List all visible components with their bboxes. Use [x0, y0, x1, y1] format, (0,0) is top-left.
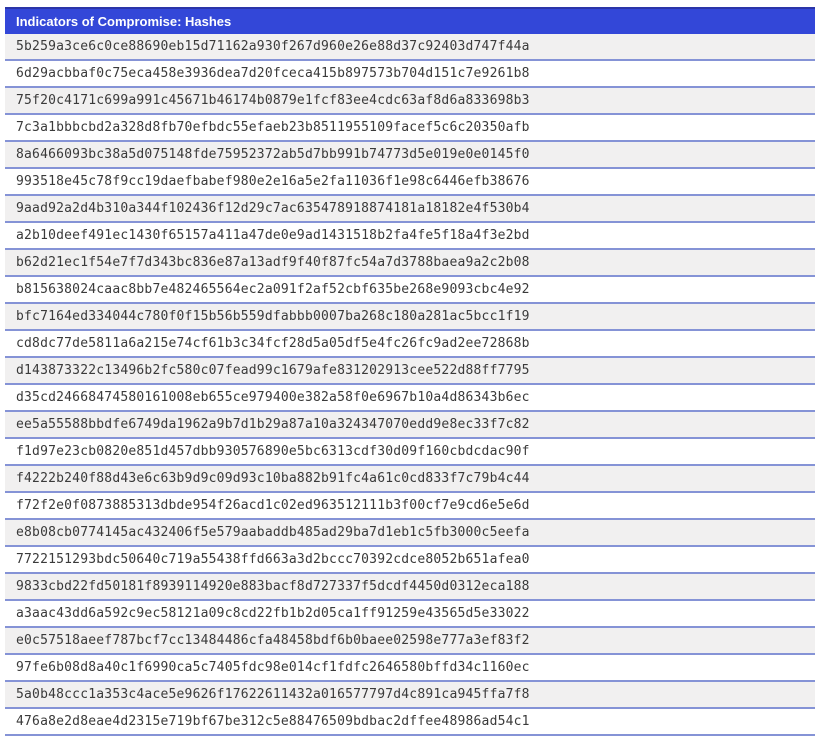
- table-row: 75f20c4171c699a991c45671b46174b0879e1fcf…: [5, 88, 815, 115]
- table-row: ee5a55588bbdfe6749da1962a9b7d1b29a87a10a…: [5, 412, 815, 439]
- table-row: 7722151293bdc50640c719a55438ffd663a3d2bc…: [5, 547, 815, 574]
- hash-value: e0c57518aeef787bcf7cc13484486cfa48458bdf…: [16, 633, 530, 648]
- table-row: cd8dc77de5811a6a215e74cf61b3c34fcf28d5a0…: [5, 331, 815, 358]
- table-row: 97fe6b08d8a40c1f6990ca5c7405fdc98e014cf1…: [5, 655, 815, 682]
- hash-value: 5a0b48ccc1a353c4ace5e9626f17622611432a01…: [16, 687, 530, 702]
- table-title: Indicators of Compromise: Hashes: [16, 14, 232, 29]
- hash-value: b815638024caac8bb7e482465564ec2a091f2af5…: [16, 282, 530, 297]
- table-row: f72f2e0f0873885313dbde954f26acd1c02ed963…: [5, 493, 815, 520]
- table-row: e0c57518aeef787bcf7cc13484486cfa48458bdf…: [5, 628, 815, 655]
- table-row: 9aad92a2d4b310a344f102436f12d29c7ac63547…: [5, 196, 815, 223]
- hash-value: a2b10deef491ec1430f65157a411a47de0e9ad14…: [16, 228, 530, 243]
- table-header: Indicators of Compromise: Hashes: [5, 7, 815, 34]
- hash-value: 8a6466093bc38a5d075148fde75952372ab5d7bb…: [16, 147, 530, 162]
- hash-value: 97fe6b08d8a40c1f6990ca5c7405fdc98e014cf1…: [16, 660, 530, 675]
- table-row: f1d97e23cb0820e851d457dbb930576890e5bc63…: [5, 439, 815, 466]
- hash-value: f1d97e23cb0820e851d457dbb930576890e5bc63…: [16, 444, 530, 459]
- hash-value: 7c3a1bbbcbd2a328d8fb70efbdc55efaeb23b851…: [16, 120, 530, 135]
- hash-value: d35cd24668474580161008eb655ce979400e382a…: [16, 390, 530, 405]
- hash-value: 7722151293bdc50640c719a55438ffd663a3d2bc…: [16, 552, 530, 567]
- table-body: 5b259a3ce6c0ce88690eb15d71162a930f267d96…: [5, 34, 815, 736]
- hash-value: a3aac43dd6a592c9ec58121a09c8cd22fb1b2d05…: [16, 606, 530, 621]
- hash-value: 9aad92a2d4b310a344f102436f12d29c7ac63547…: [16, 201, 530, 216]
- table-row: 9833cbd22fd50181f8939114920e883bacf8d727…: [5, 574, 815, 601]
- table-row: 5b259a3ce6c0ce88690eb15d71162a930f267d96…: [5, 34, 815, 61]
- hash-value: 6d29acbbaf0c75eca458e3936dea7d20fceca415…: [16, 66, 530, 81]
- hash-value: f4222b240f88d43e6c63b9d9c09d93c10ba882b9…: [16, 471, 530, 486]
- table-row: b815638024caac8bb7e482465564ec2a091f2af5…: [5, 277, 815, 304]
- hash-value: b62d21ec1f54e7f7d343bc836e87a13adf9f40f8…: [16, 255, 530, 270]
- hash-value: d143873322c13496b2fc580c07fead99c1679afe…: [16, 363, 530, 378]
- table-row: b62d21ec1f54e7f7d343bc836e87a13adf9f40f8…: [5, 250, 815, 277]
- hash-value: 993518e45c78f9cc19daefbabef980e2e16a5e2f…: [16, 174, 530, 189]
- hash-value: 75f20c4171c699a991c45671b46174b0879e1fcf…: [16, 93, 530, 108]
- hash-value: ee5a55588bbdfe6749da1962a9b7d1b29a87a10a…: [16, 417, 530, 432]
- table-row: e8b08cb0774145ac432406f5e579aabaddb485ad…: [5, 520, 815, 547]
- table-row: 5a0b48ccc1a353c4ace5e9626f17622611432a01…: [5, 682, 815, 709]
- table-row: 476a8e2d8eae4d2315e719bf67be312c5e884765…: [5, 709, 815, 736]
- hash-value: 476a8e2d8eae4d2315e719bf67be312c5e884765…: [16, 714, 530, 729]
- table-row: d35cd24668474580161008eb655ce979400e382a…: [5, 385, 815, 412]
- table-row: f4222b240f88d43e6c63b9d9c09d93c10ba882b9…: [5, 466, 815, 493]
- table-row: 6d29acbbaf0c75eca458e3936dea7d20fceca415…: [5, 61, 815, 88]
- table-row: a2b10deef491ec1430f65157a411a47de0e9ad14…: [5, 223, 815, 250]
- table-row: 7c3a1bbbcbd2a328d8fb70efbdc55efaeb23b851…: [5, 115, 815, 142]
- hash-value: cd8dc77de5811a6a215e74cf61b3c34fcf28d5a0…: [16, 336, 530, 351]
- hash-value: f72f2e0f0873885313dbde954f26acd1c02ed963…: [16, 498, 530, 513]
- hash-value: e8b08cb0774145ac432406f5e579aabaddb485ad…: [16, 525, 530, 540]
- table-row: bfc7164ed334044c780f0f15b56b559dfabbb000…: [5, 304, 815, 331]
- table-row: d143873322c13496b2fc580c07fead99c1679afe…: [5, 358, 815, 385]
- hash-value: 5b259a3ce6c0ce88690eb15d71162a930f267d96…: [16, 39, 530, 54]
- table-row: a3aac43dd6a592c9ec58121a09c8cd22fb1b2d05…: [5, 601, 815, 628]
- ioc-hash-table: Indicators of Compromise: Hashes 5b259a3…: [5, 7, 815, 736]
- hash-value: 9833cbd22fd50181f8939114920e883bacf8d727…: [16, 579, 530, 594]
- table-row: 8a6466093bc38a5d075148fde75952372ab5d7bb…: [5, 142, 815, 169]
- hash-value: bfc7164ed334044c780f0f15b56b559dfabbb000…: [16, 309, 530, 324]
- table-row: 993518e45c78f9cc19daefbabef980e2e16a5e2f…: [5, 169, 815, 196]
